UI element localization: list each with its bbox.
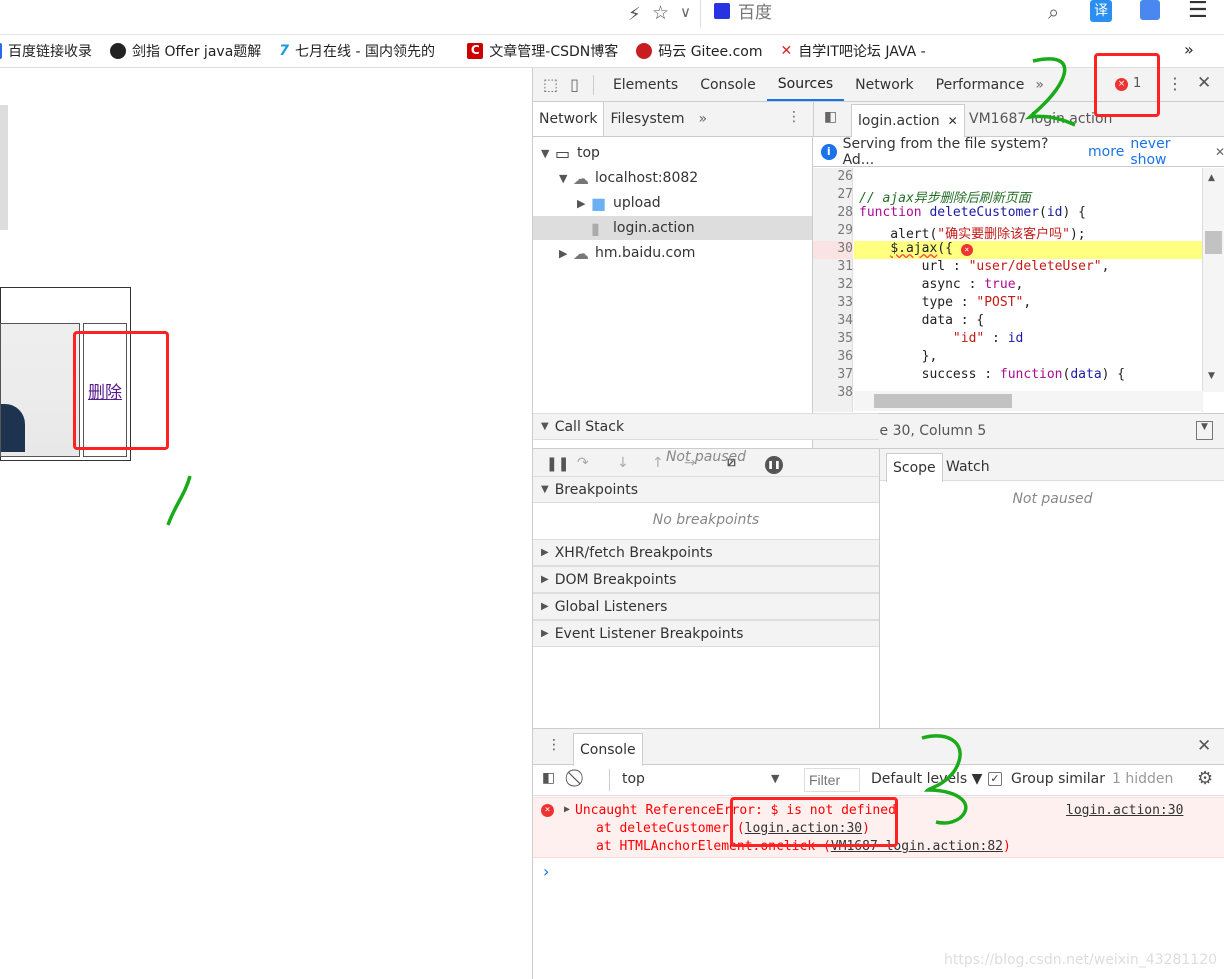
watermark: https://blog.csdn.net/weixin_43281120 bbox=[944, 952, 1218, 968]
handwritten-annotations bbox=[166, 57, 1076, 825]
